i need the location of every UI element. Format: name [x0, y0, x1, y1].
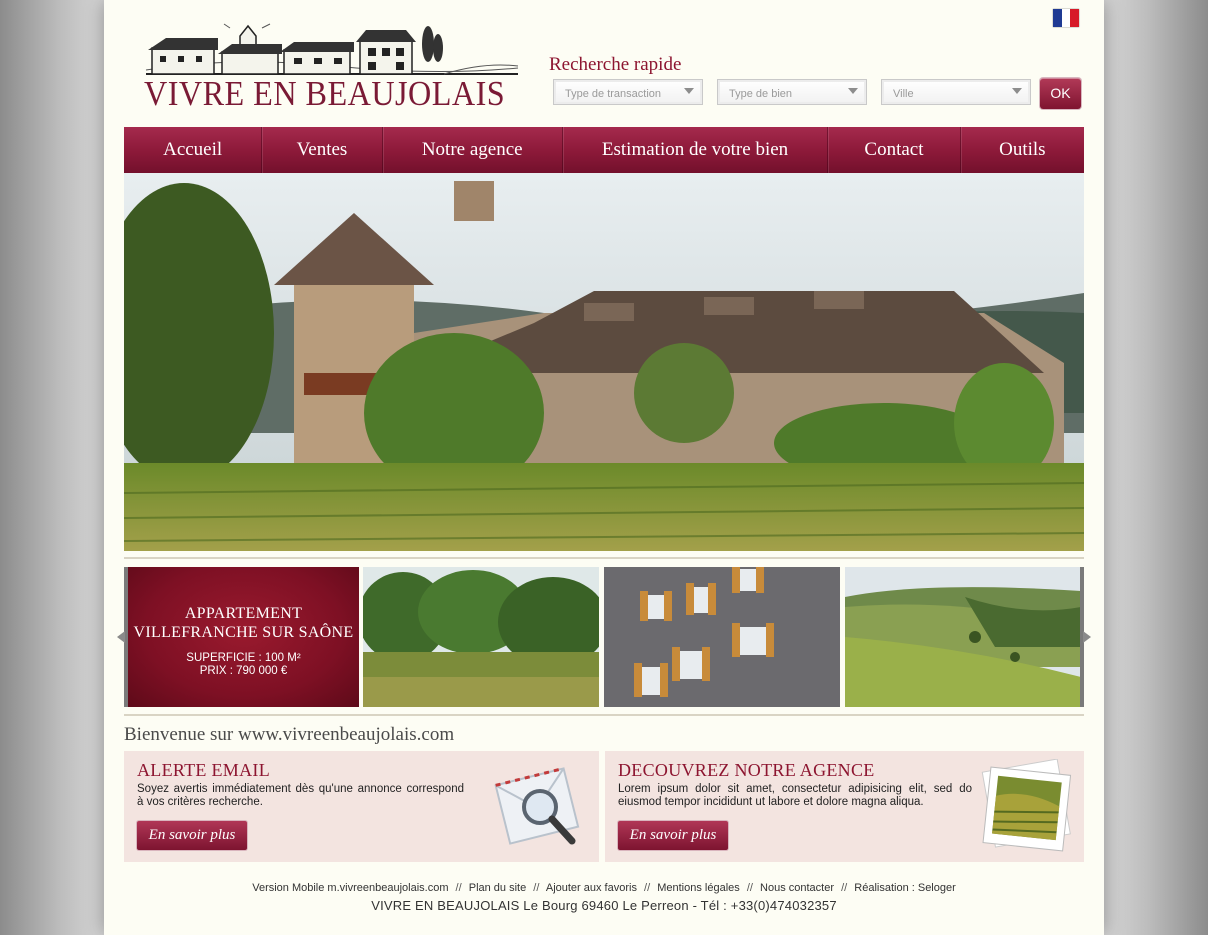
page: VIVRE EN BEAUJOLAIS Recherche rapide Typ…: [104, 0, 1104, 935]
quick-search-title: Recherche rapide: [549, 54, 682, 75]
featured-listing-type: APPARTEMENT: [184, 605, 303, 622]
featured-listing-surface: SUPERFICIE : 100 M²: [186, 652, 301, 664]
footer-link-mobile[interactable]: Version Mobile m.vivreenbeaujolais.com: [252, 882, 448, 894]
french-flag-icon[interactable]: [1053, 9, 1080, 27]
footer-separator: //: [644, 882, 651, 894]
city-placeholder: Ville: [893, 88, 914, 100]
nav-item-outils[interactable]: Outils: [961, 127, 1084, 173]
listing-thumbnail-stone-house[interactable]: [604, 567, 840, 707]
footer-link-contact[interactable]: Nous contacter: [760, 882, 834, 894]
nav-item-contact[interactable]: Contact: [828, 127, 961, 173]
nav-item-accueil[interactable]: Accueil: [124, 127, 263, 173]
main-nav: Accueil Ventes Notre agence Estimation d…: [124, 127, 1084, 173]
divider: [124, 714, 1084, 716]
footer-separator: //: [746, 882, 753, 894]
site-logo-text: VIVRE EN BEAUJOLAIS: [144, 74, 506, 113]
featured-listing-city: VILLEFRANCHE SUR SAÔNE: [133, 624, 354, 641]
nav-item-notre-agence[interactable]: Notre agence: [383, 127, 563, 173]
transaction-type-select[interactable]: Type de transaction: [553, 79, 703, 105]
divider: [124, 557, 1084, 559]
chevron-down-icon: [1012, 88, 1022, 94]
agency-title: DECOUVREZ NOTRE AGENCE: [618, 760, 875, 780]
footer-address: VIVRE EN BEAUJOLAIS Le Bourg 69460 Le Pe…: [371, 898, 837, 913]
transaction-type-placeholder: Type de transaction: [565, 88, 662, 100]
site-logo[interactable]: VIVRE EN BEAUJOLAIS: [144, 16, 522, 113]
photo-frames-icon: [981, 759, 1072, 852]
village-skyline-logo-icon: [145, 16, 519, 75]
footer-separator: //: [841, 882, 848, 894]
property-type-placeholder: Type de bien: [729, 88, 792, 100]
listing-thumbnail-garden[interactable]: [363, 567, 599, 707]
listing-thumbnail-countryside[interactable]: [845, 567, 1081, 707]
email-alert-box: ALERTE EMAIL Soyez avertis immédiatement…: [124, 751, 599, 862]
footer-link-credits[interactable]: Réalisation : Seloger: [854, 882, 956, 894]
agency-box: DECOUVREZ NOTRE AGENCE Lorem ipsum dolor…: [605, 751, 1084, 862]
nav-item-ventes[interactable]: Ventes: [262, 127, 383, 173]
footer-link-sitemap[interactable]: Plan du site: [469, 882, 526, 894]
hero-image-winery: [124, 173, 1084, 551]
welcome-title: Bienvenue sur www.vivreenbeaujolais.com: [124, 724, 455, 745]
property-type-select[interactable]: Type de bien: [717, 79, 867, 105]
email-alert-more-button[interactable]: En savoir plus: [137, 821, 247, 850]
agency-text: Lorem ipsum dolor sit amet, consectetur …: [618, 783, 972, 808]
chevron-down-icon: [684, 88, 694, 94]
footer-links: Version Mobile m.vivreenbeaujolais.com /…: [104, 882, 1104, 894]
search-submit-button[interactable]: OK: [1040, 78, 1081, 109]
email-alert-text: Soyez avertis immédiatement dès qu'une a…: [137, 783, 464, 808]
envelope-magnifier-icon: [494, 766, 580, 845]
featured-listing-card[interactable]: APPARTEMENT VILLEFRANCHE SUR SAÔNE SUPER…: [128, 567, 359, 707]
footer-separator: //: [533, 882, 540, 894]
footer-link-legal[interactable]: Mentions légales: [657, 882, 740, 894]
featured-listing-price: PRIX : 790 000 €: [199, 665, 288, 677]
nav-item-estimation[interactable]: Estimation de votre bien: [563, 127, 829, 173]
carousel-next-arrow-icon[interactable]: [1083, 631, 1091, 643]
city-select[interactable]: Ville: [881, 79, 1031, 105]
email-alert-title: ALERTE EMAIL: [137, 760, 270, 780]
footer-separator: //: [455, 882, 462, 894]
footer-link-favorites[interactable]: Ajouter aux favoris: [546, 882, 637, 894]
chevron-down-icon: [848, 88, 858, 94]
agency-more-button[interactable]: En savoir plus: [618, 821, 728, 850]
carousel-prev-arrow-icon[interactable]: [117, 631, 125, 643]
